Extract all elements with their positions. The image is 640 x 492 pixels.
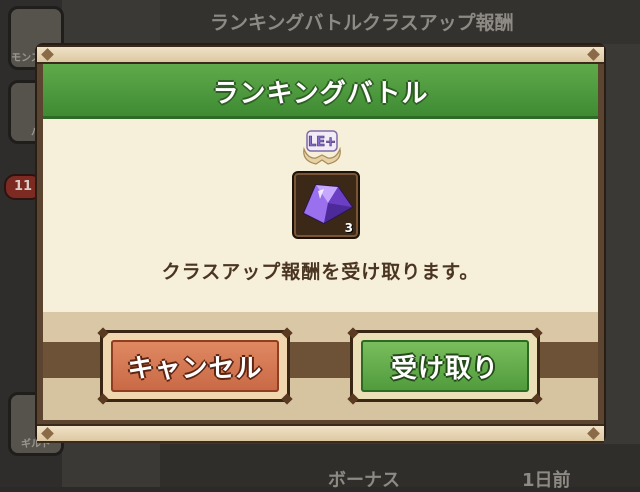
dialog-top-bar bbox=[37, 45, 604, 64]
dialog-title-band: ランキングバトル bbox=[43, 64, 598, 119]
class-up-reward-dialog: ランキングバトル LE+ 3 クラスアップ報酬を受け取ります。 キャンセル 受け… bbox=[37, 45, 604, 443]
reward-item-count: 3 bbox=[344, 221, 353, 235]
receive-button-face: 受け取り bbox=[361, 340, 529, 392]
corner-ornament bbox=[347, 393, 359, 405]
corner-ornament bbox=[281, 327, 293, 339]
receive-button[interactable]: 受け取り bbox=[347, 327, 543, 405]
dialog-button-area: キャンセル 受け取り bbox=[43, 312, 598, 420]
dialog-bottom-bar bbox=[37, 424, 604, 443]
background-bonus-label: ボーナス bbox=[328, 470, 400, 491]
dialog-title: ランキングバトル bbox=[212, 79, 429, 109]
cancel-button-label: キャンセル bbox=[127, 353, 263, 384]
corner-ornament bbox=[281, 393, 293, 405]
cancel-button[interactable]: キャンセル bbox=[97, 327, 293, 405]
rank-emblem-icon: LE+ bbox=[303, 130, 341, 165]
background-title: ランキングバトルクラスアップ報酬 bbox=[210, 12, 514, 34]
receive-button-label: 受け取り bbox=[390, 353, 499, 384]
cancel-button-face: キャンセル bbox=[111, 340, 279, 392]
background-time-label: 1日前 bbox=[522, 470, 571, 491]
corner-ornament bbox=[97, 327, 109, 339]
corner-ornament bbox=[531, 393, 543, 405]
corner-ornament bbox=[97, 393, 109, 405]
corner-ornament bbox=[531, 327, 543, 339]
rank-emblem-text: LE+ bbox=[308, 135, 336, 150]
dialog-content: LE+ 3 クラスアップ報酬を受け取ります。 bbox=[43, 119, 598, 312]
dialog-message: クラスアップ報酬を受け取ります。 bbox=[161, 261, 480, 283]
reward-item-slot: 3 bbox=[292, 171, 360, 239]
corner-ornament bbox=[347, 327, 359, 339]
